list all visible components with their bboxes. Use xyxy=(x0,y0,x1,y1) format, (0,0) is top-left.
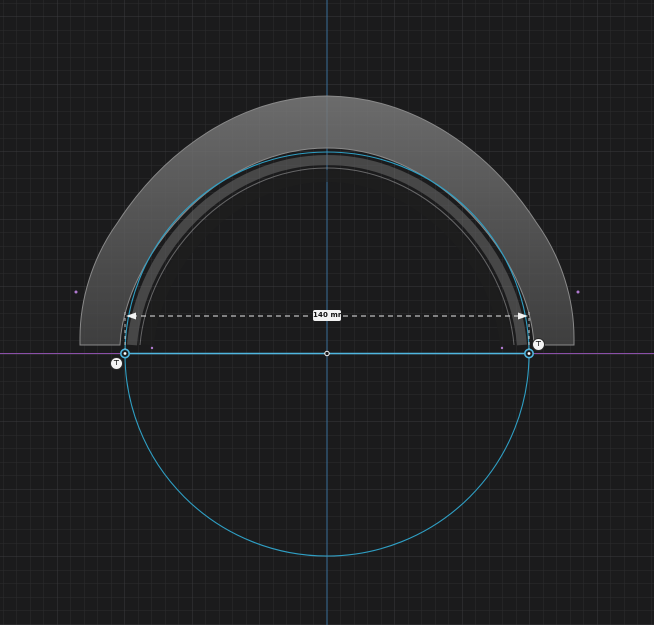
endpoint-node-icon[interactable] xyxy=(120,348,131,359)
right-tab-point xyxy=(576,290,580,294)
tangent-constraint-icon[interactable]: ⊤ xyxy=(111,358,122,369)
tangent-constraint-icon[interactable]: ⊤ xyxy=(533,339,544,350)
left-tab-point xyxy=(74,290,78,294)
chord-tick-left xyxy=(150,346,154,350)
chord-tick-right xyxy=(500,346,504,350)
cad-viewport[interactable]: 140 mm ⊤ ⊤ xyxy=(0,0,654,625)
midpoint-node-icon[interactable] xyxy=(324,350,330,357)
endpoint-node-icon[interactable] xyxy=(523,348,534,359)
dimension-label[interactable]: 140 mm xyxy=(313,310,341,321)
